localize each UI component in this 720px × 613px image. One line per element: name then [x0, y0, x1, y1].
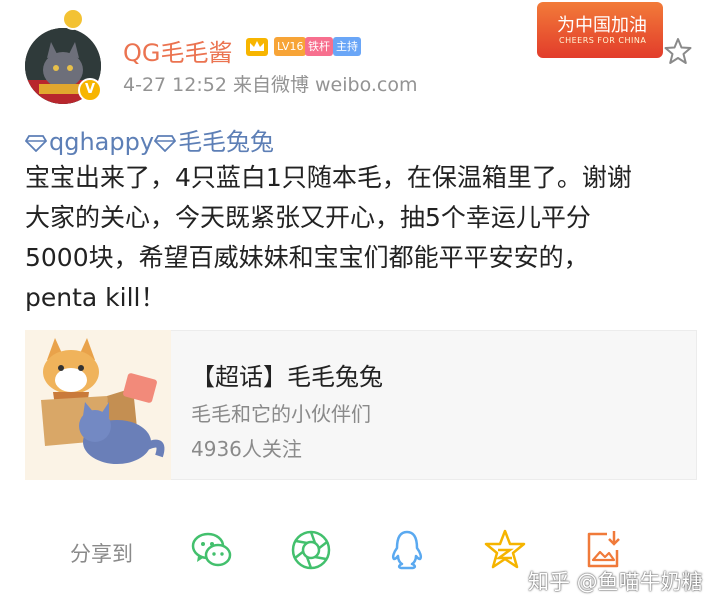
- post-text-line: 宝宝出来了，4只蓝白1只随本毛，在保温箱里了。谢谢: [25, 163, 632, 192]
- diamond-icon: [25, 135, 47, 152]
- avatar-decoration-icon: [62, 8, 84, 30]
- verified-vip-icon: V: [78, 78, 102, 102]
- cheer-banner: 为中国加油 CHEERS FOR CHINA: [537, 2, 663, 58]
- moments-icon[interactable]: [289, 528, 333, 572]
- cheer-banner-subtext: CHEERS FOR CHINA: [559, 36, 647, 45]
- topic-card-subtitle: 毛毛和它的小伙伴们: [191, 402, 371, 426]
- mention-link-maomaotutu[interactable]: 毛毛兔兔: [154, 128, 274, 156]
- post-text: 宝宝出来了，4只蓝白1只随本毛，在保温箱里了。谢谢 大家的关心，今天既紧张又开心…: [25, 158, 697, 318]
- topic-card-image: [25, 330, 171, 480]
- watermark: 知乎 @鱼喵牛奶糖: [528, 570, 703, 594]
- qq-icon[interactable]: [385, 528, 429, 572]
- host-badge: 主持: [333, 37, 361, 56]
- post-text-line: penta kill！: [25, 283, 166, 312]
- level-badge: LV16: [274, 37, 307, 56]
- fan-badge: 铁杆: [305, 37, 333, 56]
- share-label: 分享到: [70, 542, 133, 566]
- mentions-line: qghappy 毛毛兔兔: [25, 122, 274, 157]
- qzone-icon[interactable]: [483, 528, 527, 572]
- cheer-banner-text: 为中国加油: [557, 15, 647, 36]
- author-name[interactable]: QG毛毛酱: [123, 33, 233, 68]
- diamond-icon: [154, 135, 177, 152]
- post-meta: 4-27 12:52 来自微博 weibo.com: [123, 74, 418, 96]
- favorite-star-icon[interactable]: [664, 37, 692, 65]
- post-text-line: 5000块，希望百威妹妹和宝宝们都能平平安安的，: [25, 243, 589, 272]
- mention-link-qghappy[interactable]: qghappy: [25, 128, 154, 156]
- wechat-icon[interactable]: [190, 528, 234, 572]
- member-crown-icon: [246, 38, 268, 56]
- post-text-line: 大家的关心，今天既紧张又开心，抽5个幸运儿平分: [25, 203, 591, 232]
- topic-card-title: 【超话】毛毛兔兔: [191, 363, 383, 391]
- topic-card-followers: 4936人关注: [191, 437, 302, 461]
